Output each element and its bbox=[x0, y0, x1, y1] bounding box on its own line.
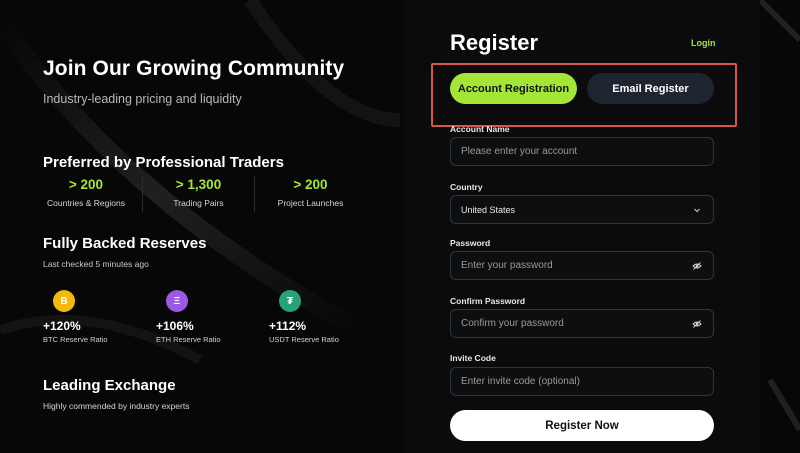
reserve-percent: +120% bbox=[43, 319, 81, 333]
password-field bbox=[450, 251, 714, 280]
account-name-field bbox=[450, 137, 714, 166]
confirm-password-label: Confirm Password bbox=[450, 296, 526, 306]
stat-label: Trading Pairs bbox=[173, 198, 224, 208]
stat-label: Countries & Regions bbox=[47, 198, 125, 208]
exchange-subtitle: Highly commended by industry experts bbox=[43, 401, 190, 411]
stat-value: > 200 bbox=[68, 177, 104, 192]
reserve-label: ETH Reserve Ratio bbox=[156, 335, 221, 344]
reserve-eth: Ξ +106% ETH Reserve Ratio bbox=[156, 290, 221, 344]
reserves-title: Fully Backed Reserves bbox=[43, 235, 207, 252]
login-link[interactable]: Login bbox=[691, 38, 716, 48]
password-input[interactable] bbox=[461, 260, 691, 271]
reserve-usdt: ₮ +112% USDT Reserve Ratio bbox=[269, 290, 339, 344]
stat-launches: > 200 Project Launches bbox=[254, 176, 366, 212]
chevron-down-icon bbox=[691, 204, 703, 216]
password-label: Password bbox=[450, 238, 491, 248]
eye-off-icon[interactable] bbox=[691, 318, 703, 330]
promo-section: Join Our Growing Community Industry-lead… bbox=[0, 0, 403, 453]
bitcoin-icon: B bbox=[53, 290, 75, 312]
country-value: United States bbox=[461, 204, 516, 215]
account-name-input[interactable] bbox=[461, 146, 703, 157]
country-label: Country bbox=[450, 182, 483, 192]
tab-email-register[interactable]: Email Register bbox=[587, 73, 714, 104]
confirm-password-field bbox=[450, 309, 714, 338]
account-name-label: Account Name bbox=[450, 124, 510, 134]
stat-value: > 1,300 bbox=[175, 177, 222, 192]
reserve-label: USDT Reserve Ratio bbox=[269, 335, 339, 344]
reserve-label: BTC Reserve Ratio bbox=[43, 335, 108, 344]
register-panel: Register Login Account Registration Emai… bbox=[403, 0, 760, 453]
stat-pairs: > 1,300 Trading Pairs bbox=[142, 176, 254, 212]
trader-stats: > 200 Countries & Regions > 1,300 Tradin… bbox=[30, 176, 370, 212]
hero-title: Join Our Growing Community bbox=[43, 57, 345, 80]
exchange-title: Leading Exchange bbox=[43, 377, 176, 394]
eye-off-icon[interactable] bbox=[691, 260, 703, 272]
country-select[interactable]: United States bbox=[450, 195, 714, 224]
stat-value: > 200 bbox=[293, 177, 328, 192]
reserve-percent: +106% bbox=[156, 319, 194, 333]
hero-subtitle: Industry-leading pricing and liquidity bbox=[43, 92, 242, 106]
reserve-percent: +112% bbox=[269, 319, 307, 333]
stat-countries: > 200 Countries & Regions bbox=[30, 176, 142, 212]
register-now-button[interactable]: Register Now bbox=[450, 410, 714, 441]
invite-code-field bbox=[450, 367, 714, 396]
traders-title: Preferred by Professional Traders bbox=[43, 154, 284, 171]
last-checked: Last checked 5 minutes ago bbox=[43, 259, 149, 269]
ethereum-icon: Ξ bbox=[166, 290, 188, 312]
tether-icon: ₮ bbox=[279, 290, 301, 312]
invite-code-input[interactable] bbox=[461, 376, 703, 387]
invite-code-label: Invite Code bbox=[450, 353, 496, 363]
stat-label: Project Launches bbox=[277, 198, 344, 208]
register-title: Register bbox=[450, 30, 539, 55]
reserve-btc: B +120% BTC Reserve Ratio bbox=[43, 290, 108, 344]
reserve-list: B +120% BTC Reserve Ratio Ξ +106% ETH Re… bbox=[43, 290, 373, 346]
tab-account-registration[interactable]: Account Registration bbox=[450, 73, 577, 104]
confirm-password-input[interactable] bbox=[461, 318, 691, 329]
